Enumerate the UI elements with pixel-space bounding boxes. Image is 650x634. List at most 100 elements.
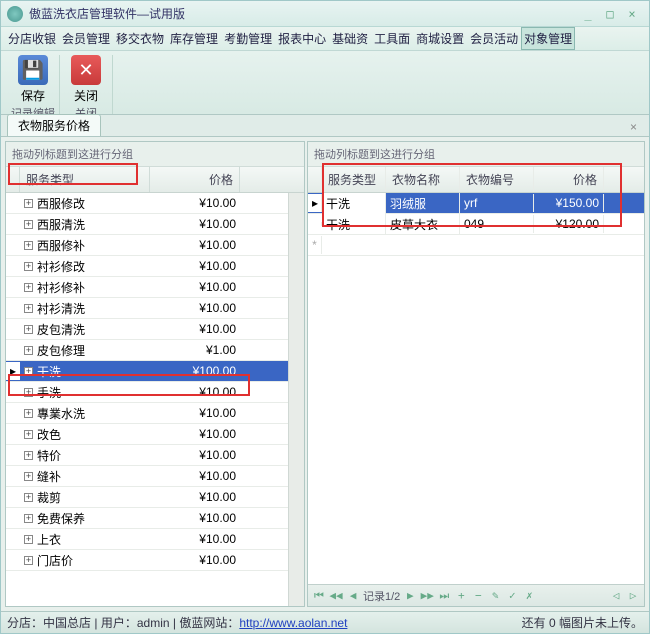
- group-hint: 拖动列标题到这进行分组: [6, 142, 304, 167]
- maximize-button[interactable]: □: [599, 7, 621, 21]
- expand-icon[interactable]: +: [24, 388, 33, 397]
- nav-scroll-left-icon[interactable]: ◁: [609, 589, 623, 602]
- nav-prev-icon[interactable]: ◀: [346, 589, 360, 602]
- table-row[interactable]: +缝补 ¥10.00: [6, 466, 288, 487]
- table-row[interactable]: +皮包修理 ¥1.00: [6, 340, 288, 361]
- menu-item[interactable]: 会员管理: [59, 27, 113, 50]
- col-service-type[interactable]: 服务类型: [20, 167, 150, 192]
- tab-close-button[interactable]: ×: [624, 118, 643, 136]
- table-row[interactable]: 干洗 皮草大衣 049 ¥120.00: [308, 214, 644, 235]
- table-row[interactable]: +專業水洗 ¥10.00: [6, 403, 288, 424]
- expand-icon[interactable]: +: [24, 430, 33, 439]
- expand-icon[interactable]: +: [24, 325, 33, 334]
- close-button[interactable]: ✕ 关闭: [64, 55, 108, 104]
- tab-service-price[interactable]: 衣物服务价格: [7, 114, 101, 136]
- row-marker-icon: ▸: [6, 362, 20, 380]
- table-row[interactable]: ▸ +干洗 ¥100.00: [6, 361, 288, 382]
- table-row[interactable]: +门店价 ¥10.00: [6, 550, 288, 571]
- menu-item[interactable]: 基础资: [329, 27, 371, 50]
- left-grid-header: 服务类型 价格: [6, 167, 304, 193]
- table-row[interactable]: +衬衫修改 ¥10.00: [6, 256, 288, 277]
- right-grid-body[interactable]: ▸ 干洗 羽绒服 yrf ¥150.00 干洗 皮草大衣 049 ¥120.00…: [308, 193, 644, 584]
- cell-service-type: +西服清洗: [20, 214, 150, 235]
- table-row[interactable]: +皮包清洗 ¥10.00: [6, 319, 288, 340]
- menu-item[interactable]: 工具面: [371, 27, 413, 50]
- status-upload: 还有 0 幅图片未上传。: [522, 614, 643, 631]
- menu-item[interactable]: 分店收银: [5, 27, 59, 50]
- expand-icon[interactable]: +: [24, 199, 33, 208]
- expand-icon[interactable]: +: [24, 493, 33, 502]
- expand-icon[interactable]: +: [24, 556, 33, 565]
- nav-prevpage-icon[interactable]: ◀◀: [329, 589, 343, 602]
- menu-item[interactable]: 库存管理: [167, 27, 221, 50]
- window-title: 傲蓝洗衣店管理软件—试用版: [29, 5, 577, 22]
- expand-icon[interactable]: +: [24, 304, 33, 313]
- expand-icon[interactable]: +: [24, 367, 33, 376]
- table-row[interactable]: ▸ 干洗 羽绒服 yrf ¥150.00: [308, 193, 644, 214]
- expand-icon[interactable]: +: [24, 451, 33, 460]
- cell-service-type: +衬衫清洗: [20, 298, 150, 319]
- table-row[interactable]: +特价 ¥10.00: [6, 445, 288, 466]
- nav-first-icon[interactable]: ⏮: [312, 589, 326, 603]
- row-marker-icon: [6, 495, 20, 499]
- menu-item[interactable]: 商城设置: [413, 27, 467, 50]
- left-grid-body[interactable]: +西服修改 ¥10.00 +西服清洗 ¥10.00 +西服修补 ¥10.00 +…: [6, 193, 288, 606]
- cell-service-type: +干洗: [20, 361, 150, 382]
- col-service-type[interactable]: 服务类型: [322, 167, 386, 192]
- col-price[interactable]: 价格: [150, 167, 240, 192]
- save-label: 保存: [21, 87, 45, 104]
- col-item-code[interactable]: 衣物编号: [460, 167, 534, 192]
- save-icon: 💾: [18, 55, 48, 85]
- nav-last-icon[interactable]: ⏭: [437, 589, 451, 603]
- table-row[interactable]: +裁剪 ¥10.00: [6, 487, 288, 508]
- cell-service-type: +手洗: [20, 382, 150, 403]
- table-row[interactable]: +改色 ¥10.00: [6, 424, 288, 445]
- table-row[interactable]: +手洗 ¥10.00: [6, 382, 288, 403]
- close-window-button[interactable]: ×: [621, 7, 643, 21]
- cell-price: ¥10.00: [150, 551, 240, 569]
- menu-item[interactable]: 会员活动: [467, 27, 521, 50]
- table-row[interactable]: +西服修改 ¥10.00: [6, 193, 288, 214]
- nav-next-icon[interactable]: ▶: [403, 589, 417, 602]
- new-row[interactable]: *: [308, 235, 644, 256]
- expand-icon[interactable]: +: [24, 535, 33, 544]
- row-marker-icon: [6, 348, 20, 352]
- nav-add-icon[interactable]: +: [454, 589, 468, 602]
- cell-name: 皮草大衣: [386, 214, 460, 235]
- expand-icon[interactable]: +: [24, 241, 33, 250]
- nav-remove-icon[interactable]: −: [471, 589, 485, 602]
- toolbar-group-close: ✕ 关闭 关闭: [60, 55, 113, 114]
- menu-item[interactable]: 移交衣物: [113, 27, 167, 50]
- menu-item[interactable]: 考勤管理: [221, 27, 275, 50]
- table-row[interactable]: +衬衫修补 ¥10.00: [6, 277, 288, 298]
- menu-item[interactable]: 对象管理: [521, 27, 575, 50]
- col-price[interactable]: 价格: [534, 167, 604, 192]
- nav-cancel-icon[interactable]: ✗: [522, 589, 536, 602]
- expand-icon[interactable]: +: [24, 283, 33, 292]
- nav-nextpage-icon[interactable]: ▶▶: [420, 589, 434, 602]
- nav-scroll-right-icon[interactable]: ▷: [626, 589, 640, 602]
- row-marker-icon: [6, 327, 20, 331]
- vertical-scrollbar[interactable]: [288, 193, 304, 606]
- table-row[interactable]: +上衣 ¥10.00: [6, 529, 288, 550]
- menu-item[interactable]: 报表中心: [275, 27, 329, 50]
- nav-edit-icon[interactable]: ✎: [488, 589, 502, 602]
- save-button[interactable]: 💾 保存: [11, 55, 55, 104]
- row-marker-icon: [6, 474, 20, 478]
- expand-icon[interactable]: +: [24, 262, 33, 271]
- status-bar: 分店： 中国总店 | 用户： admin | 傲蓝网站： http://www.…: [1, 611, 649, 633]
- expand-icon[interactable]: +: [24, 346, 33, 355]
- status-site-label: 傲蓝网站：: [179, 614, 239, 631]
- nav-check-icon[interactable]: ✓: [505, 589, 519, 602]
- status-url-link[interactable]: http://www.aolan.net: [239, 616, 347, 630]
- expand-icon[interactable]: +: [24, 472, 33, 481]
- expand-icon[interactable]: +: [24, 220, 33, 229]
- expand-icon[interactable]: +: [24, 409, 33, 418]
- table-row[interactable]: +西服修补 ¥10.00: [6, 235, 288, 256]
- expand-icon[interactable]: +: [24, 514, 33, 523]
- col-item-name[interactable]: 衣物名称: [386, 167, 460, 192]
- table-row[interactable]: +衬衫清洗 ¥10.00: [6, 298, 288, 319]
- table-row[interactable]: +西服清洗 ¥10.00: [6, 214, 288, 235]
- minimize-button[interactable]: _: [577, 7, 599, 21]
- table-row[interactable]: +免费保养 ¥10.00: [6, 508, 288, 529]
